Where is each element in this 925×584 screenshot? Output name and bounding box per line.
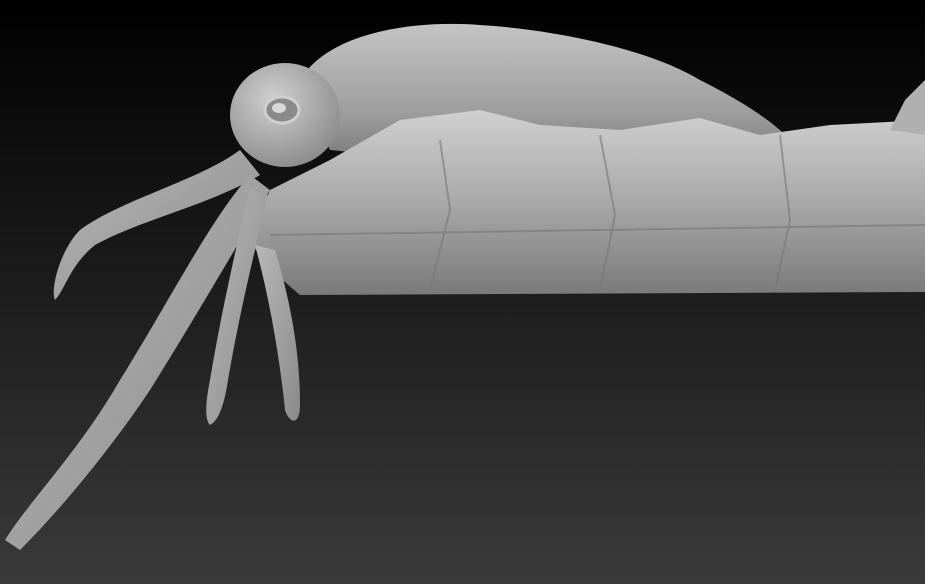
eye-highlight [272, 103, 286, 113]
render-canvas [0, 0, 925, 584]
3d-viewport[interactable] [0, 0, 925, 584]
